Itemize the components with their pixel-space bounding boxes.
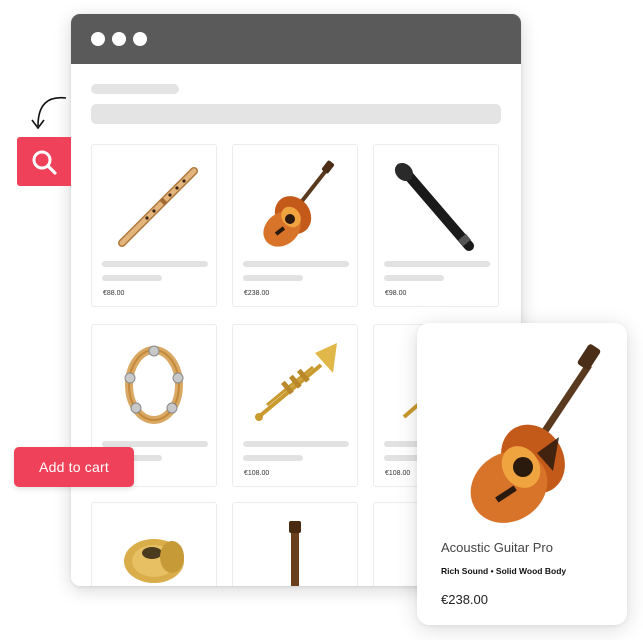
product-name: Acoustic Guitar Pro xyxy=(441,540,553,555)
flute-icon xyxy=(118,167,198,247)
window-maximize-dot[interactable] xyxy=(133,32,147,46)
product-card-guitar-2[interactable] xyxy=(232,502,358,586)
window-titlebar xyxy=(71,14,521,64)
skeleton-line xyxy=(243,275,303,281)
product-card-cymbal[interactable] xyxy=(91,502,217,586)
search-button[interactable] xyxy=(17,137,71,186)
product-card-guitar[interactable]: €238.00 xyxy=(232,144,358,307)
skeleton-line xyxy=(384,261,490,267)
cymbal-icon xyxy=(124,539,184,583)
guitar-neck-icon xyxy=(289,521,301,586)
add-to-cart-button[interactable]: Add to cart xyxy=(14,447,134,487)
product-price: €88.00 xyxy=(103,290,125,297)
skeleton-line xyxy=(102,261,208,267)
product-card-trumpet[interactable]: €108.00 xyxy=(232,324,358,487)
acoustic-guitar-icon xyxy=(263,160,335,247)
tambourine-icon xyxy=(124,345,184,424)
product-price: €98.00 xyxy=(385,290,407,297)
acoustic-guitar-icon xyxy=(470,344,601,523)
skeleton-line xyxy=(243,455,303,461)
skeleton-search-bar[interactable] xyxy=(91,104,501,124)
skeleton-line xyxy=(384,275,444,281)
window-minimize-dot[interactable] xyxy=(112,32,126,46)
stage: €88.00 €238.00 €98.00 €108.00 €108.00 Ad… xyxy=(0,0,643,640)
product-card-microphone[interactable]: €98.00 xyxy=(373,144,499,307)
product-detail-card[interactable]: Acoustic Guitar Pro Rich Sound • Solid W… xyxy=(417,323,627,625)
product-detail-price: €238.00 xyxy=(441,592,488,607)
product-subtitle: Rich Sound • Solid Wood Body xyxy=(441,566,567,576)
curved-arrow-icon xyxy=(31,96,67,130)
skeleton-line xyxy=(243,441,349,447)
skeleton-title xyxy=(91,84,179,94)
product-price: €108.00 xyxy=(385,470,411,477)
product-card-flute[interactable]: €88.00 xyxy=(91,144,217,307)
skeleton-line xyxy=(243,261,349,267)
search-icon xyxy=(32,150,57,175)
window-close-dot[interactable] xyxy=(91,32,105,46)
trumpet-icon xyxy=(255,343,337,421)
product-price: €108.00 xyxy=(244,470,270,477)
product-price: €238.00 xyxy=(244,290,270,297)
microphone-icon xyxy=(394,162,474,251)
skeleton-line xyxy=(102,275,162,281)
